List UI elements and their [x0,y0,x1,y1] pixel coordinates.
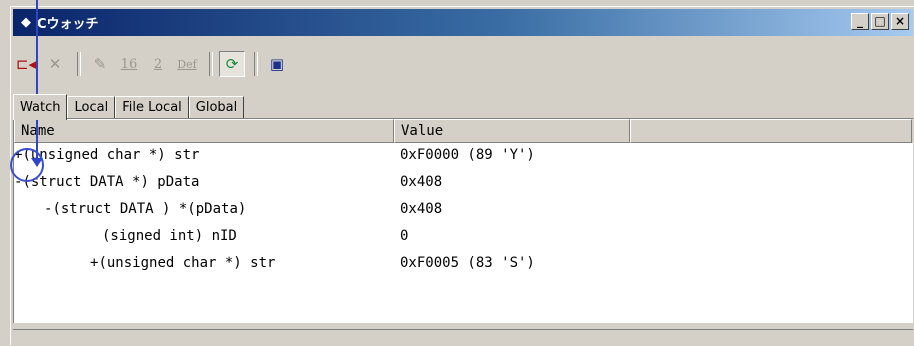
toolbar-separator [77,52,81,76]
column-header-name[interactable]: Name [14,119,394,143]
tab-local[interactable]: Local [67,96,116,118]
title-bar[interactable]: ◆ Cウォッチ _ □ × [13,9,913,36]
row-value: 0x408 [400,174,443,190]
annotation-circle [10,148,44,182]
toolbar: ⊏◂ ✕ ✎ 16 2 Def ⟳ ▣ [13,47,913,81]
tab-strip: Watch Local File Local Global [13,94,245,120]
status-bar [13,329,913,346]
refresh-icon[interactable]: ⟳ [219,51,245,77]
watch-list[interactable]: Name Value +(unsigned char *) str 0xF000… [13,118,913,323]
row-name: +(unsigned char *) str [90,255,276,271]
window-title: Cウォッチ [37,17,99,32]
binary-radix-button[interactable]: 2 [145,51,171,77]
watch-window-icon: ◆ [21,15,31,30]
table-row[interactable]: (signed int) nID 0 [14,224,913,251]
maximize-button[interactable]: □ [871,13,889,30]
row-name: -(struct DATA *) pData [14,174,200,190]
c-watch-window: ◆ Cウォッチ _ □ × ⊏◂ ✕ ✎ 16 2 Def ⟳ ▣ Watch … [10,6,914,346]
tab-file-local[interactable]: File Local [115,96,189,118]
column-header-extra[interactable] [630,119,912,143]
list-header: Name Value [14,119,913,143]
monitor-icon[interactable]: ▣ [264,51,290,77]
row-name: -(struct DATA ) *(pData) [44,201,247,217]
table-row[interactable]: +(unsigned char *) str 0xF0005 (83 'S') [14,251,913,278]
row-name: (signed int) nID [102,228,237,244]
table-row[interactable]: +(unsigned char *) str 0xF0000 (89 'Y') [14,143,913,170]
delete-icon[interactable]: ✕ [42,51,68,77]
tab-watch[interactable]: Watch [13,94,68,120]
toolbar-separator [254,52,258,76]
row-value: 0x408 [400,201,443,217]
table-row[interactable]: -(struct DATA ) *(pData) 0x408 [14,197,913,224]
column-header-value[interactable]: Value [394,119,630,143]
annotation-pointer-line [36,0,38,166]
row-value: 0xF0005 (83 'S') [400,255,535,271]
row-value: 0xF0000 (89 'Y') [400,147,535,163]
minimize-button[interactable]: _ [851,13,869,30]
table-row[interactable]: -(struct DATA *) pData 0x408 [14,170,913,197]
hex-radix-button[interactable]: 16 [116,51,142,77]
edit-value-icon[interactable]: ✎ [87,51,113,77]
row-value: 0 [400,228,409,244]
default-radix-button[interactable]: Def [174,51,200,77]
window-controls: _ □ × [851,13,909,30]
close-button[interactable]: × [891,13,909,30]
toolbar-separator [209,52,213,76]
tab-global[interactable]: Global [188,96,245,118]
